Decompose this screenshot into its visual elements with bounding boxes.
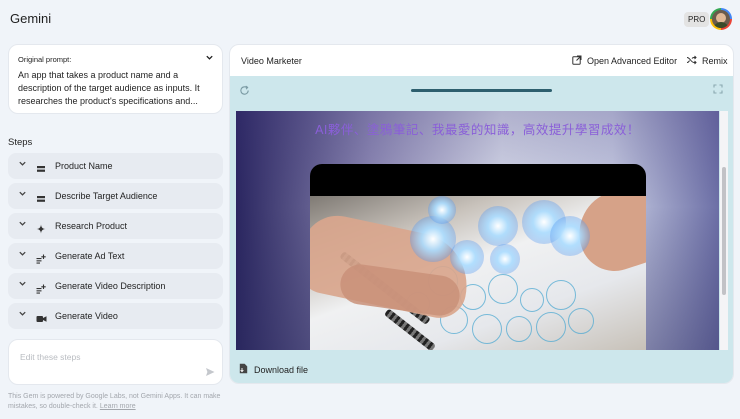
step-generate-video[interactable]: Generate Video <box>8 303 223 329</box>
send-icon[interactable] <box>205 367 215 379</box>
doodle-circle <box>568 308 594 334</box>
pro-badge: PRO <box>684 12 710 27</box>
glowing-bubble <box>450 240 484 274</box>
sparkle-icon <box>36 221 46 234</box>
step-label: Generate Ad Text <box>55 251 125 261</box>
video-thumbnail <box>310 196 646 350</box>
doodle-circle <box>520 288 544 312</box>
doodle-circle <box>472 314 502 344</box>
open-in-new-icon <box>572 55 582 67</box>
download-file-button[interactable]: Download file <box>239 363 308 376</box>
glowing-bubble <box>428 196 456 224</box>
step-product-name[interactable]: Product Name <box>8 153 223 179</box>
remix-button[interactable]: Remix <box>686 55 728 67</box>
video-player[interactable] <box>310 164 646 350</box>
step-label: Research Product <box>55 221 128 231</box>
app-title[interactable]: Gemini <box>10 11 51 26</box>
preview-scrollbar[interactable] <box>720 111 728 350</box>
fullscreen-icon[interactable] <box>713 84 723 97</box>
chevron-down-icon[interactable] <box>18 219 27 230</box>
generated-video-page: AI夥伴、塗鴉筆記、我最愛的知識，高效提升學習成效！ <box>236 111 719 350</box>
video-caption: AI夥伴、塗鴉筆記、我最愛的知識，高效提升學習成效！ <box>315 123 640 137</box>
steps-heading: Steps <box>8 137 33 148</box>
chevron-down-icon[interactable] <box>18 309 27 320</box>
avatar-photo <box>712 10 730 28</box>
video-camera-icon <box>36 311 47 322</box>
step-label: Describe Target Audience <box>55 191 158 201</box>
disclaimer: This Gem is powered by Google Labs, not … <box>8 392 228 411</box>
chevron-down-icon[interactable] <box>18 189 27 200</box>
step-label: Generate Video Description <box>55 281 166 291</box>
app-preview: AI夥伴、塗鴉筆記、我最愛的知識，高效提升學習成效！ Download file <box>230 76 733 383</box>
glowing-bubble <box>478 206 518 246</box>
step-research-product[interactable]: Research Product <box>8 213 223 239</box>
text-generate-icon <box>36 251 46 264</box>
remix-label: Remix <box>702 56 728 66</box>
open-advanced-editor-label: Open Advanced Editor <box>587 56 678 66</box>
doodle-circle <box>488 274 518 304</box>
glowing-bubble <box>550 216 590 256</box>
text-generate-icon <box>36 281 46 294</box>
learn-more-link[interactable]: Learn more <box>100 403 136 410</box>
top-bar: Gemini PRO <box>0 0 740 40</box>
download-file-label: Download file <box>254 364 309 375</box>
avatar-shirt <box>713 22 729 28</box>
edit-steps-placeholder: Edit these steps <box>20 352 81 362</box>
remix-icon <box>686 55 697 67</box>
open-advanced-editor-button[interactable]: Open Advanced Editor <box>572 55 677 67</box>
short-text-icon <box>36 161 46 172</box>
step-label: Generate Video <box>55 311 118 321</box>
scrollbar-thumb[interactable] <box>722 167 726 295</box>
step-label: Product Name <box>55 161 113 171</box>
refresh-icon[interactable] <box>239 85 250 99</box>
original-prompt-text: An app that takes a product name and a d… <box>18 70 200 106</box>
step-describe-target-audience[interactable]: Describe Target Audience <box>8 183 223 209</box>
avatar[interactable] <box>710 8 732 30</box>
original-prompt-label: Original prompt: <box>18 55 72 64</box>
original-prompt-card[interactable]: Original prompt: An app that takes a pro… <box>8 44 223 114</box>
edit-steps-input[interactable]: Edit these steps <box>8 339 223 385</box>
doodle-circle <box>546 280 576 310</box>
short-text-icon <box>36 191 46 202</box>
chevron-down-icon[interactable] <box>18 279 27 290</box>
chevron-down-icon[interactable] <box>18 249 27 260</box>
panel-title: Video Marketer <box>241 56 302 66</box>
glowing-bubble <box>490 244 520 274</box>
step-generate-ad-text[interactable]: Generate Ad Text <box>8 243 223 269</box>
step-generate-video-description[interactable]: Generate Video Description <box>8 273 223 299</box>
preview-toolbar <box>230 76 733 110</box>
download-file-icon <box>239 363 248 376</box>
chevron-down-icon[interactable] <box>18 159 27 170</box>
output-panel: Video Marketer Open Advanced Editor Remi… <box>229 44 734 384</box>
doodle-circle <box>536 312 566 342</box>
preview-progress-bar <box>411 89 552 92</box>
doodle-circle <box>506 316 532 342</box>
chevron-down-icon[interactable] <box>205 53 214 64</box>
